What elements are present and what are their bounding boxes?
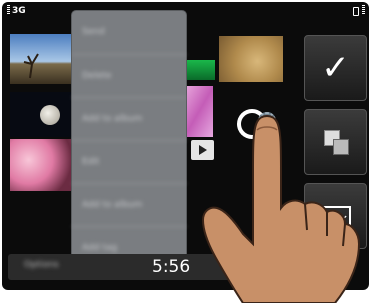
menu-item[interactable]: Edit [72, 140, 186, 182]
menu-item[interactable]: Delete [72, 54, 186, 96]
menu-item[interactable]: Add to album [72, 183, 186, 225]
options-softkey[interactable]: Options [24, 260, 59, 270]
menu-item[interactable]: Send [72, 11, 186, 53]
thumbnail-tree[interactable] [10, 34, 72, 84]
moon-icon [40, 105, 60, 125]
menu-item[interactable]: Add to album [72, 97, 186, 139]
battery-level-icon [362, 5, 365, 16]
network-type-label: 3G [12, 6, 26, 16]
thumbnail-moon[interactable] [10, 92, 72, 137]
battery-icon [353, 7, 359, 16]
checkmark-icon: ✓ [321, 48, 350, 88]
confirm-button[interactable]: ✓ [304, 35, 367, 101]
clock: 5:56 [152, 257, 191, 277]
thumbnail-cherry-blossom[interactable] [10, 139, 72, 191]
thumbnail-leopard[interactable] [219, 36, 283, 82]
pointing-hand-icon [201, 115, 361, 303]
context-menu: Send Delete Add to album Edit Add to alb… [72, 11, 186, 273]
thumbnail-green[interactable] [187, 60, 215, 80]
signal-strength-icon [7, 5, 10, 16]
